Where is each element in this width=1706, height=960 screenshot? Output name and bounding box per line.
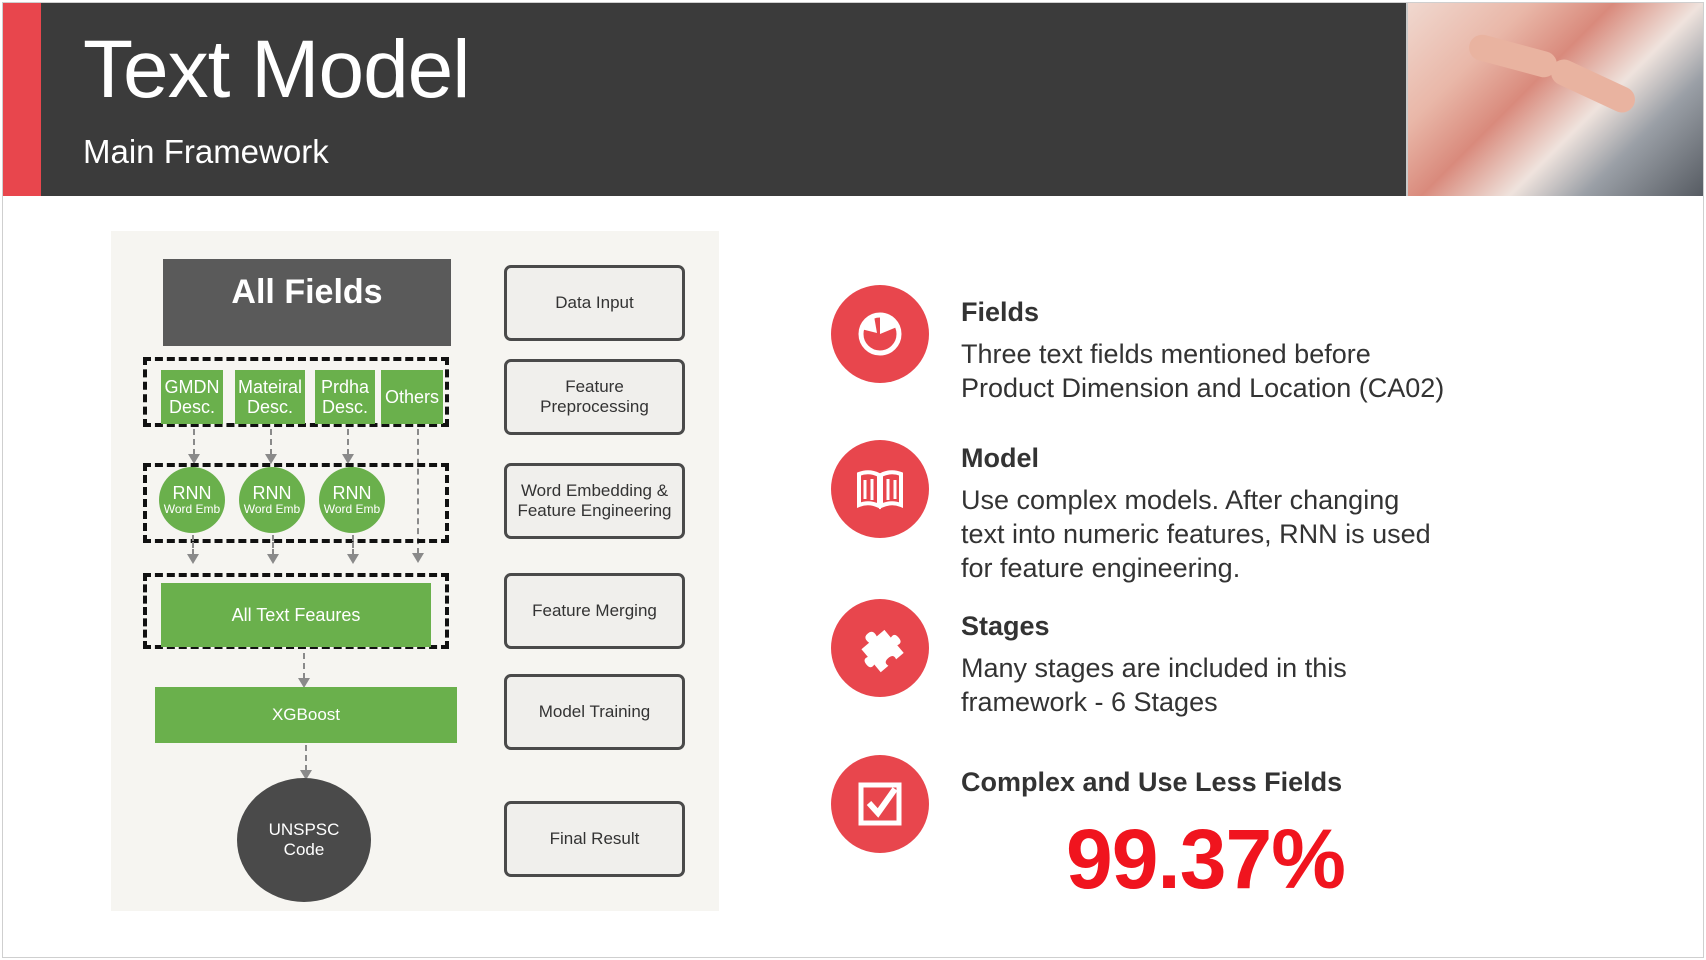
flow-arrow: [187, 535, 199, 564]
box-label: Others: [384, 387, 440, 407]
slide: Text Model Main Framework All Fields GMD…: [2, 2, 1704, 958]
rnn-label: RNN: [332, 483, 372, 503]
point-title: Complex and Use Less Fields: [961, 767, 1343, 797]
box-label: Prdha: [320, 377, 370, 397]
flow-arrow: [342, 429, 354, 464]
all-fields-box: All Fields: [163, 259, 451, 346]
box-label: GMDN: [164, 377, 220, 397]
box-label: Desc.: [321, 397, 368, 417]
pie-chart-icon: [831, 285, 929, 383]
point-text: Three text fields mentioned before Produ…: [961, 337, 1444, 405]
stage-label: Model Training: [538, 702, 651, 721]
text-line: Many stages are included in this: [961, 653, 1347, 683]
rnn-word-emb-node: RNN Word Emb: [239, 467, 305, 533]
stage-label: Feature: [565, 377, 624, 396]
stage-feature-merging: Feature Merging: [504, 573, 685, 649]
hand-image: [1546, 55, 1640, 117]
stage-label: Feature Merging: [532, 601, 657, 620]
box-label: Mateiral: [237, 377, 303, 397]
point-text: Use complex models. After changing text …: [961, 483, 1431, 585]
text-line: text into numeric features, RNN is used: [961, 519, 1431, 549]
point-title: Fields: [961, 297, 1040, 327]
stage-label: Preprocessing: [540, 397, 649, 416]
puzzle-icon: [831, 599, 929, 697]
stage-final-result: Final Result: [504, 801, 685, 877]
checkbox-icon: [831, 755, 929, 853]
box-label: Desc.: [168, 397, 215, 417]
hand-image: [1466, 31, 1560, 81]
node-label: UNSPSC: [268, 820, 340, 839]
unspsc-code-node: UNSPSC Code: [237, 778, 371, 902]
node-label: Code: [283, 840, 325, 859]
accuracy-value: 99.37%: [1066, 812, 1346, 906]
box-label: Desc.: [246, 397, 293, 417]
point-text: Many stages are included in this framewo…: [961, 651, 1347, 719]
all-text-features-box: All Text Feaures: [161, 583, 431, 647]
xgboost-box: XGBoost: [155, 687, 457, 743]
stage-model-training: Model Training: [504, 674, 685, 750]
framework-diagram: All Fields GMDN Desc. Mateiral Desc. Prdha…: [111, 231, 719, 911]
others-box: Others: [381, 370, 443, 424]
flow-arrow: [188, 429, 200, 464]
header-bar: Text Model Main Framework: [3, 3, 1703, 196]
gmdn-desc-box: GMDN Desc.: [161, 370, 223, 424]
prdha-desc-box: Prdha Desc.: [315, 370, 375, 424]
rnn-label: RNN: [252, 483, 292, 503]
rnn-label: RNN: [172, 483, 212, 503]
point-title: Model: [961, 443, 1039, 473]
stage-label: Data Input: [555, 293, 634, 312]
text-line: Three text fields mentioned before: [961, 339, 1371, 369]
text-line: for feature engineering.: [961, 553, 1241, 583]
stage-label: Word Embedding &: [520, 481, 669, 500]
slide-subtitle: Main Framework: [83, 133, 329, 170]
laptop-photo: [1408, 3, 1703, 196]
flow-arrow: [265, 429, 277, 464]
text-line: Product Dimension and Location (CA02): [961, 373, 1445, 403]
flow-arrow: [267, 535, 279, 564]
flow-arrow: [347, 535, 359, 564]
rnn-sublabel: Word Emb: [323, 502, 381, 516]
accent-bar: [3, 3, 41, 196]
stage-word-embedding: Word Embedding & Feature Engineering: [504, 463, 685, 539]
rnn-word-emb-node: RNN Word Emb: [319, 467, 385, 533]
stage-label: Final Result: [549, 829, 640, 848]
stage-feature-preprocessing: Feature Preprocessing: [504, 359, 685, 435]
slide-title: Text Model: [83, 24, 471, 115]
stage-label: Feature Engineering: [517, 501, 672, 520]
flow-arrow: [298, 653, 310, 688]
flow-arrow: [300, 745, 312, 780]
text-line: framework - 6 Stages: [961, 687, 1218, 717]
point-title: Stages: [961, 611, 1050, 641]
stage-data-input: Data Input: [504, 265, 685, 341]
rnn-word-emb-node: RNN Word Emb: [159, 467, 225, 533]
text-line: Use complex models. After changing: [961, 485, 1400, 515]
material-desc-box: Mateiral Desc.: [235, 370, 305, 424]
rnn-sublabel: Word Emb: [243, 502, 301, 516]
rnn-sublabel: Word Emb: [163, 502, 221, 516]
book-icon: [831, 440, 929, 538]
